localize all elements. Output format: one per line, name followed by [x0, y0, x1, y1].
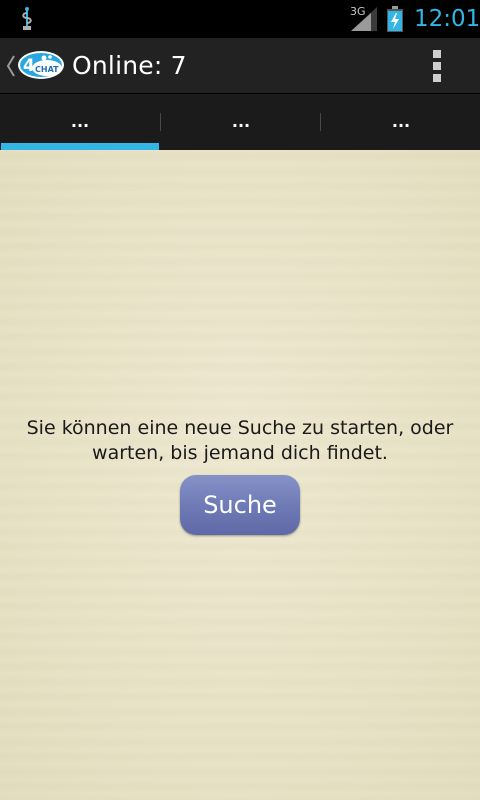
screen: 3G 12:01 4 CHAT Online: 7 ... ... ... Si…: [0, 0, 480, 800]
svg-text:4: 4: [23, 56, 35, 76]
app-logo-icon: 4 CHAT: [18, 51, 64, 79]
main-content: Sie können eine neue Suche zu starten, o…: [0, 150, 480, 800]
action-bar-title: Online: 7: [72, 51, 187, 80]
svg-text:CHAT: CHAT: [35, 65, 59, 74]
tab-2-label: ...: [231, 112, 251, 131]
tab-3-label: ...: [391, 112, 411, 131]
tab-1-label: ...: [70, 112, 90, 131]
battery-charging-icon: [387, 6, 403, 32]
tab-1[interactable]: ...: [0, 94, 160, 150]
action-bar: 4 CHAT Online: 7: [0, 38, 480, 94]
tab-3[interactable]: ...: [321, 94, 480, 150]
tab-bar: ... ... ...: [0, 94, 480, 150]
tab-2[interactable]: ...: [161, 94, 321, 150]
status-time: 12:01: [414, 6, 480, 32]
message-line-2: warten, bis jemand dich findet.: [92, 442, 388, 464]
tab-selected-indicator: [1, 143, 159, 150]
up-navigation-button[interactable]: 4 CHAT: [0, 38, 66, 94]
status-bar: 3G 12:01: [0, 0, 480, 38]
usb-debug-icon: [22, 7, 32, 30]
back-chevron-icon: [6, 55, 15, 77]
signal-icon: [351, 7, 377, 31]
search-hint-message: Sie können eine neue Suche zu starten, o…: [0, 416, 480, 466]
message-line-1: Sie können eine neue Suche zu starten, o…: [26, 417, 454, 439]
overflow-menu-icon: [433, 50, 441, 82]
overflow-menu-button[interactable]: [412, 38, 462, 94]
search-button[interactable]: Suche: [180, 475, 300, 535]
